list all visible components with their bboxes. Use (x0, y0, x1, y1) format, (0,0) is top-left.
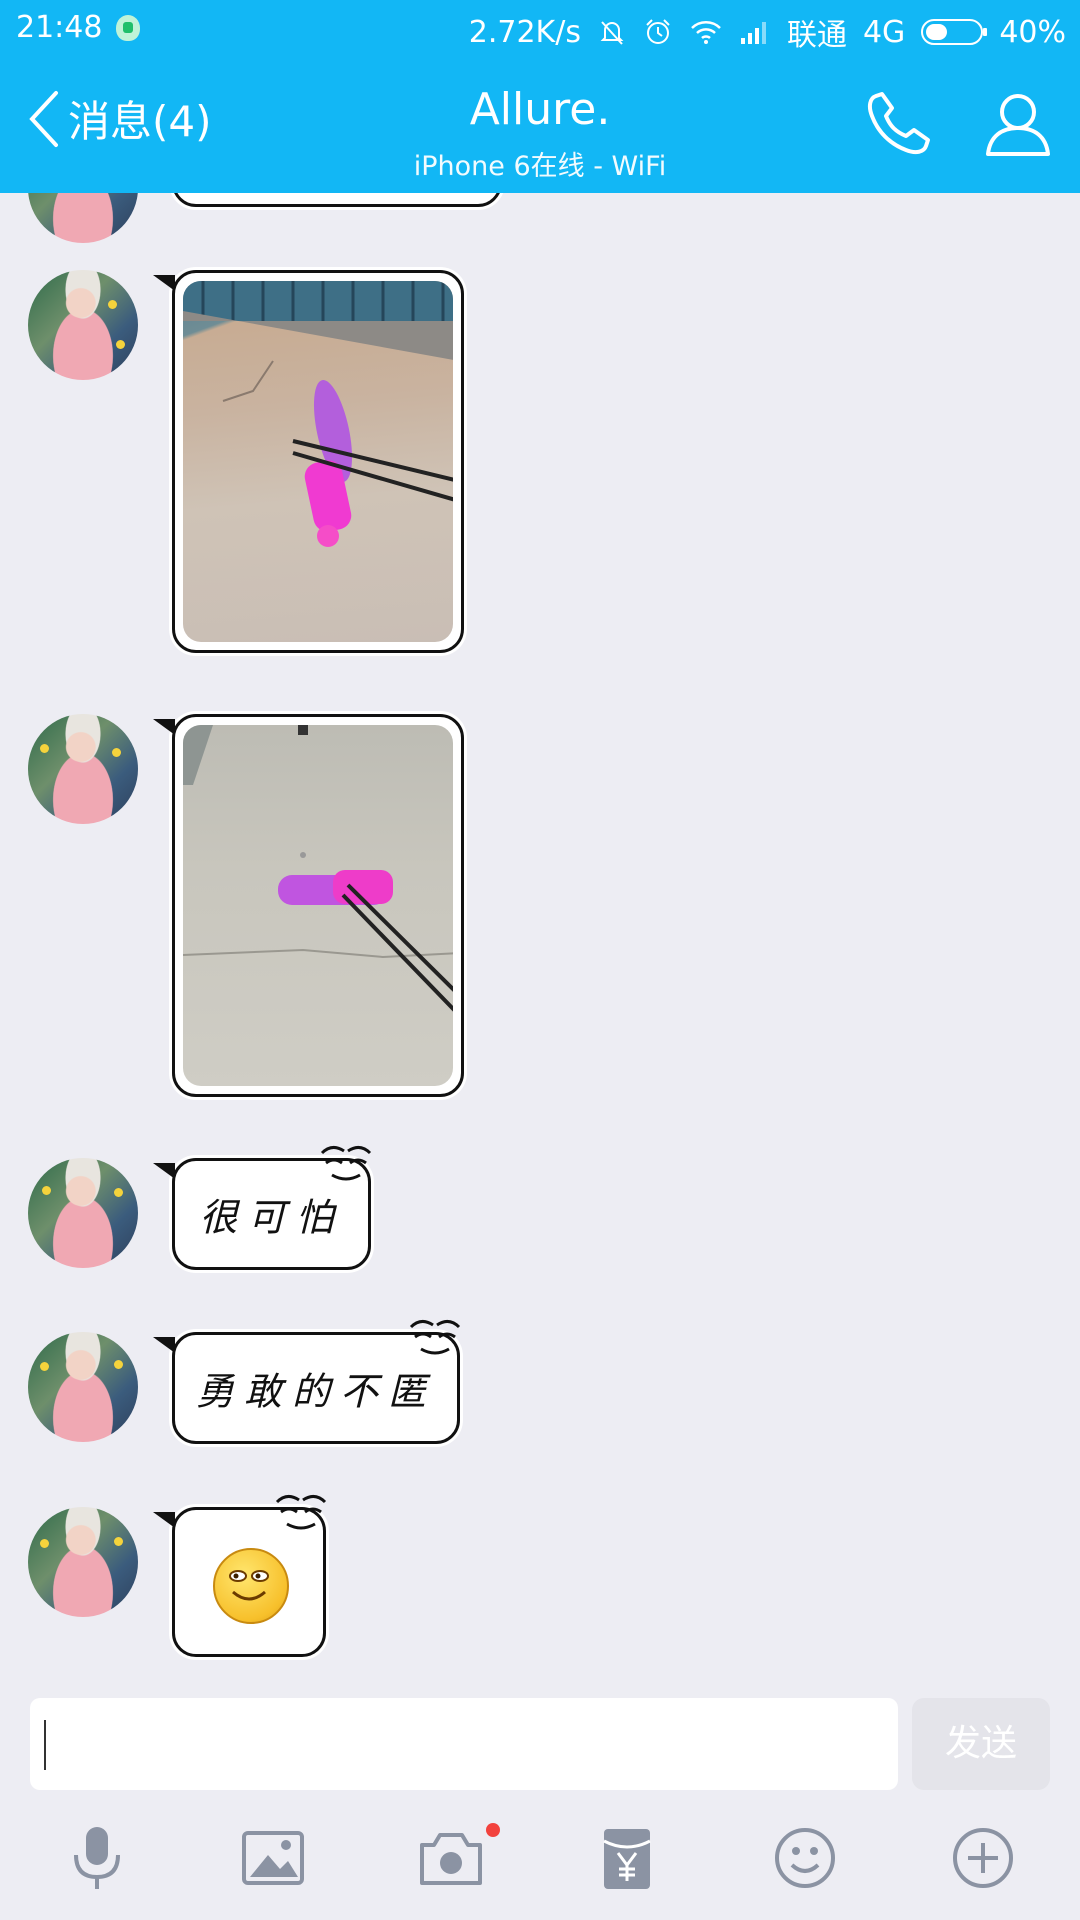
image-icon[interactable] (238, 1823, 308, 1893)
notification-dot (486, 1823, 500, 1837)
signal-icon (740, 22, 766, 44)
smiley-face-icon (213, 1548, 289, 1624)
battery-percent: 40% (999, 14, 1066, 50)
photo-thumbnail (183, 725, 453, 1086)
avatar[interactable] (28, 1158, 138, 1268)
battery-icon (921, 19, 988, 45)
bubble-decoration-icon (320, 1146, 372, 1181)
red-packet-icon[interactable] (592, 1823, 662, 1893)
network-type: 4G (862, 14, 906, 50)
avatar[interactable] (28, 714, 138, 824)
bubble-decoration-icon (409, 1320, 461, 1355)
mute-bell-icon (600, 21, 624, 45)
send-button[interactable]: 发送 (912, 1698, 1050, 1790)
contact-profile-icon[interactable] (982, 88, 1054, 160)
alarm-icon (646, 19, 670, 44)
input-toolbar (0, 1801, 1080, 1920)
emoji-icon[interactable] (770, 1823, 840, 1893)
status-time: 21:48 (16, 10, 103, 45)
composer: 发送 (0, 1693, 1080, 1801)
status-bar: 21:48 2.72K/s 联通 4G 40% (0, 0, 1080, 58)
phone-call-icon[interactable] (862, 88, 934, 160)
microphone-icon[interactable] (62, 1823, 132, 1893)
plus-icon[interactable] (948, 1823, 1018, 1893)
text-message-bubble[interactable]: 很可怕 (153, 1146, 372, 1270)
message-bubble[interactable] (172, 193, 502, 207)
chat-header: 消息(4) Allure. iPhone 6在线 - WiFi (0, 58, 1080, 193)
avatar[interactable] (28, 270, 138, 380)
bubble-decoration-icon (275, 1495, 327, 1530)
emoji-message-bubble[interactable] (153, 1495, 327, 1657)
avatar[interactable] (28, 1507, 138, 1617)
chat-messages[interactable]: 很可怕 勇敢的不匿 (0, 193, 1080, 1693)
image-message-bubble[interactable] (153, 714, 464, 1097)
security-shield-icon (116, 14, 141, 41)
message-text: 很可怕 (199, 1195, 344, 1240)
photo-thumbnail (183, 281, 453, 642)
text-caret (44, 1720, 46, 1770)
net-speed: 2.72K/s (468, 14, 581, 50)
image-message-bubble[interactable] (153, 270, 464, 653)
avatar[interactable] (28, 193, 138, 243)
wifi-icon (691, 21, 721, 44)
message-input[interactable] (30, 1698, 898, 1790)
message-text: 勇敢的不匿 (195, 1369, 436, 1414)
top-bar: 21:48 2.72K/s 联通 4G 40% 消息(4) Allure. iP… (0, 0, 1080, 193)
carrier: 联通 (786, 18, 847, 53)
avatar[interactable] (28, 1332, 138, 1442)
text-message-bubble[interactable]: 勇敢的不匿 (153, 1320, 461, 1444)
camera-icon[interactable] (416, 1823, 486, 1893)
